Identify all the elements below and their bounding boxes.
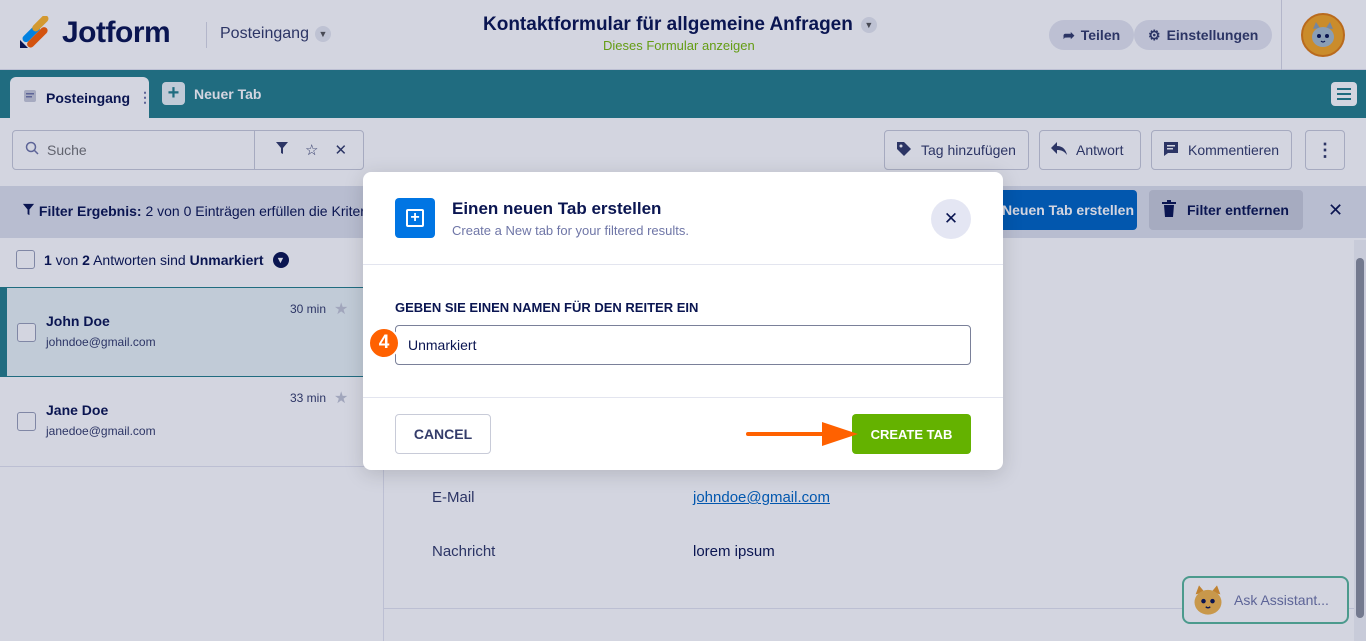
step-number-badge: 4 — [368, 327, 400, 359]
modal-title: Einen neuen Tab erstellen — [452, 199, 662, 218]
modal-subtitle: Create a New tab for your filtered resul… — [452, 223, 689, 238]
cancel-button[interactable]: CANCEL — [395, 414, 491, 454]
create-tab-button[interactable]: CREATE TAB — [852, 414, 971, 454]
tab-name-input[interactable] — [395, 325, 971, 365]
close-icon: ✕ — [943, 209, 959, 228]
arrow-right-icon — [746, 422, 858, 446]
tab-name-label: GEBEN SIE EINEN NAMEN FÜR DEN REITER EIN — [395, 300, 699, 315]
close-modal-button[interactable]: ✕ — [931, 199, 971, 239]
create-tab-modal: + Einen neuen Tab erstellen Create a New… — [363, 172, 1003, 470]
add-tab-icon: + — [395, 198, 435, 238]
divider — [363, 397, 1003, 398]
divider — [363, 264, 1003, 265]
